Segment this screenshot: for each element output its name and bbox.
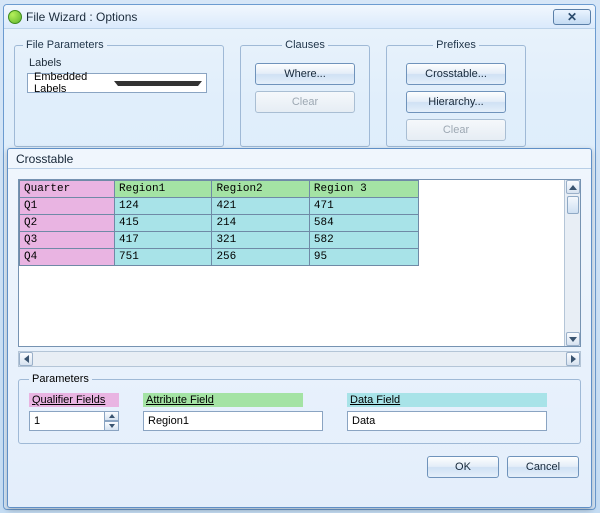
- cell-value[interactable]: 124: [115, 198, 212, 215]
- file-parameters-group: File Parameters Labels Embedded Labels: [14, 39, 224, 147]
- close-button[interactable]: ✕: [553, 9, 591, 25]
- clauses-legend: Clauses: [282, 39, 328, 51]
- col-region1[interactable]: Region1: [115, 181, 212, 198]
- cell-value[interactable]: 471: [309, 198, 418, 215]
- ok-button[interactable]: OK: [427, 456, 499, 478]
- vertical-scrollbar[interactable]: [564, 180, 580, 346]
- attribute-field-value: Region1: [148, 415, 189, 427]
- crosstable-grid: Quarter Region1 Region2 Region 3 Q1 124 …: [19, 180, 419, 266]
- scroll-up-icon[interactable]: [566, 180, 580, 194]
- cell-quarter[interactable]: Q4: [20, 249, 115, 266]
- cell-quarter[interactable]: Q1: [20, 198, 115, 215]
- clauses-clear-button[interactable]: Clear: [255, 91, 355, 113]
- cell-value[interactable]: 751: [115, 249, 212, 266]
- prefixes-legend: Prefixes: [433, 39, 479, 51]
- crosstable-preview: Quarter Region1 Region2 Region 3 Q1 124 …: [18, 179, 581, 347]
- col-quarter[interactable]: Quarter: [20, 181, 115, 198]
- data-field-value: Data: [352, 415, 375, 427]
- scroll-left-icon[interactable]: [19, 352, 33, 366]
- chevron-down-icon: [114, 81, 202, 86]
- cell-value[interactable]: 584: [309, 215, 418, 232]
- cell-value[interactable]: 421: [212, 198, 309, 215]
- table-row: Q3 417 321 582: [20, 232, 419, 249]
- title-bar: File Wizard : Options ✕: [4, 5, 595, 29]
- attribute-field-input[interactable]: Region1: [143, 411, 323, 431]
- crosstable-button[interactable]: Crosstable...: [406, 63, 506, 85]
- table-row: Q2 415 214 584: [20, 215, 419, 232]
- table-row: Q1 124 421 471: [20, 198, 419, 215]
- col-region3[interactable]: Region 3: [309, 181, 418, 198]
- qualifier-fields-spinner[interactable]: 1: [29, 411, 119, 431]
- cancel-button[interactable]: Cancel: [507, 456, 579, 478]
- scroll-down-icon[interactable]: [566, 332, 580, 346]
- window-title: File Wizard : Options: [26, 10, 137, 24]
- prefixes-group: Prefixes Crosstable... Hierarchy... Clea…: [386, 39, 526, 147]
- crosstable-dialog: Crosstable Quarter Region1 Region2 Regio…: [7, 148, 592, 508]
- table-row: Q4 751 256 95: [20, 249, 419, 266]
- file-parameters-legend: File Parameters: [23, 39, 107, 51]
- labels-select[interactable]: Embedded Labels: [27, 73, 207, 93]
- parameters-group: Parameters Qualifier Fields 1 Attribute …: [18, 373, 581, 444]
- labels-select-value: Embedded Labels: [34, 71, 114, 95]
- col-region2[interactable]: Region2: [212, 181, 309, 198]
- attribute-field-label: Attribute Field: [143, 393, 303, 407]
- scroll-thumb[interactable]: [567, 196, 579, 214]
- qualifier-fields-label: Qualifier Fields: [29, 393, 119, 407]
- cell-value[interactable]: 415: [115, 215, 212, 232]
- clauses-group: Clauses Where... Clear: [240, 39, 370, 147]
- hierarchy-button[interactable]: Hierarchy...: [406, 91, 506, 113]
- table-header-row: Quarter Region1 Region2 Region 3: [20, 181, 419, 198]
- labels-caption: Labels: [29, 57, 215, 69]
- data-field-label: Data Field: [347, 393, 547, 407]
- cell-value[interactable]: 95: [309, 249, 418, 266]
- where-button[interactable]: Where...: [255, 63, 355, 85]
- cell-quarter[interactable]: Q2: [20, 215, 115, 232]
- close-icon: ✕: [567, 10, 577, 24]
- horizontal-scrollbar[interactable]: [18, 351, 581, 367]
- dialog-actions: OK Cancel: [8, 452, 591, 488]
- prefixes-clear-button[interactable]: Clear: [406, 119, 506, 141]
- crosstable-title: Crosstable: [8, 149, 591, 169]
- cell-value[interactable]: 417: [115, 232, 212, 249]
- cell-value[interactable]: 256: [212, 249, 309, 266]
- app-icon: [8, 10, 22, 24]
- qualifier-fields-value: 1: [34, 415, 40, 427]
- scroll-right-icon[interactable]: [566, 352, 580, 366]
- cell-quarter[interactable]: Q3: [20, 232, 115, 249]
- cell-value[interactable]: 214: [212, 215, 309, 232]
- cell-value[interactable]: 321: [212, 232, 309, 249]
- spinner-up-icon[interactable]: [104, 411, 119, 421]
- data-field-input[interactable]: Data: [347, 411, 547, 431]
- parameters-legend: Parameters: [29, 373, 92, 385]
- spinner-down-icon[interactable]: [104, 421, 119, 431]
- cell-value[interactable]: 582: [309, 232, 418, 249]
